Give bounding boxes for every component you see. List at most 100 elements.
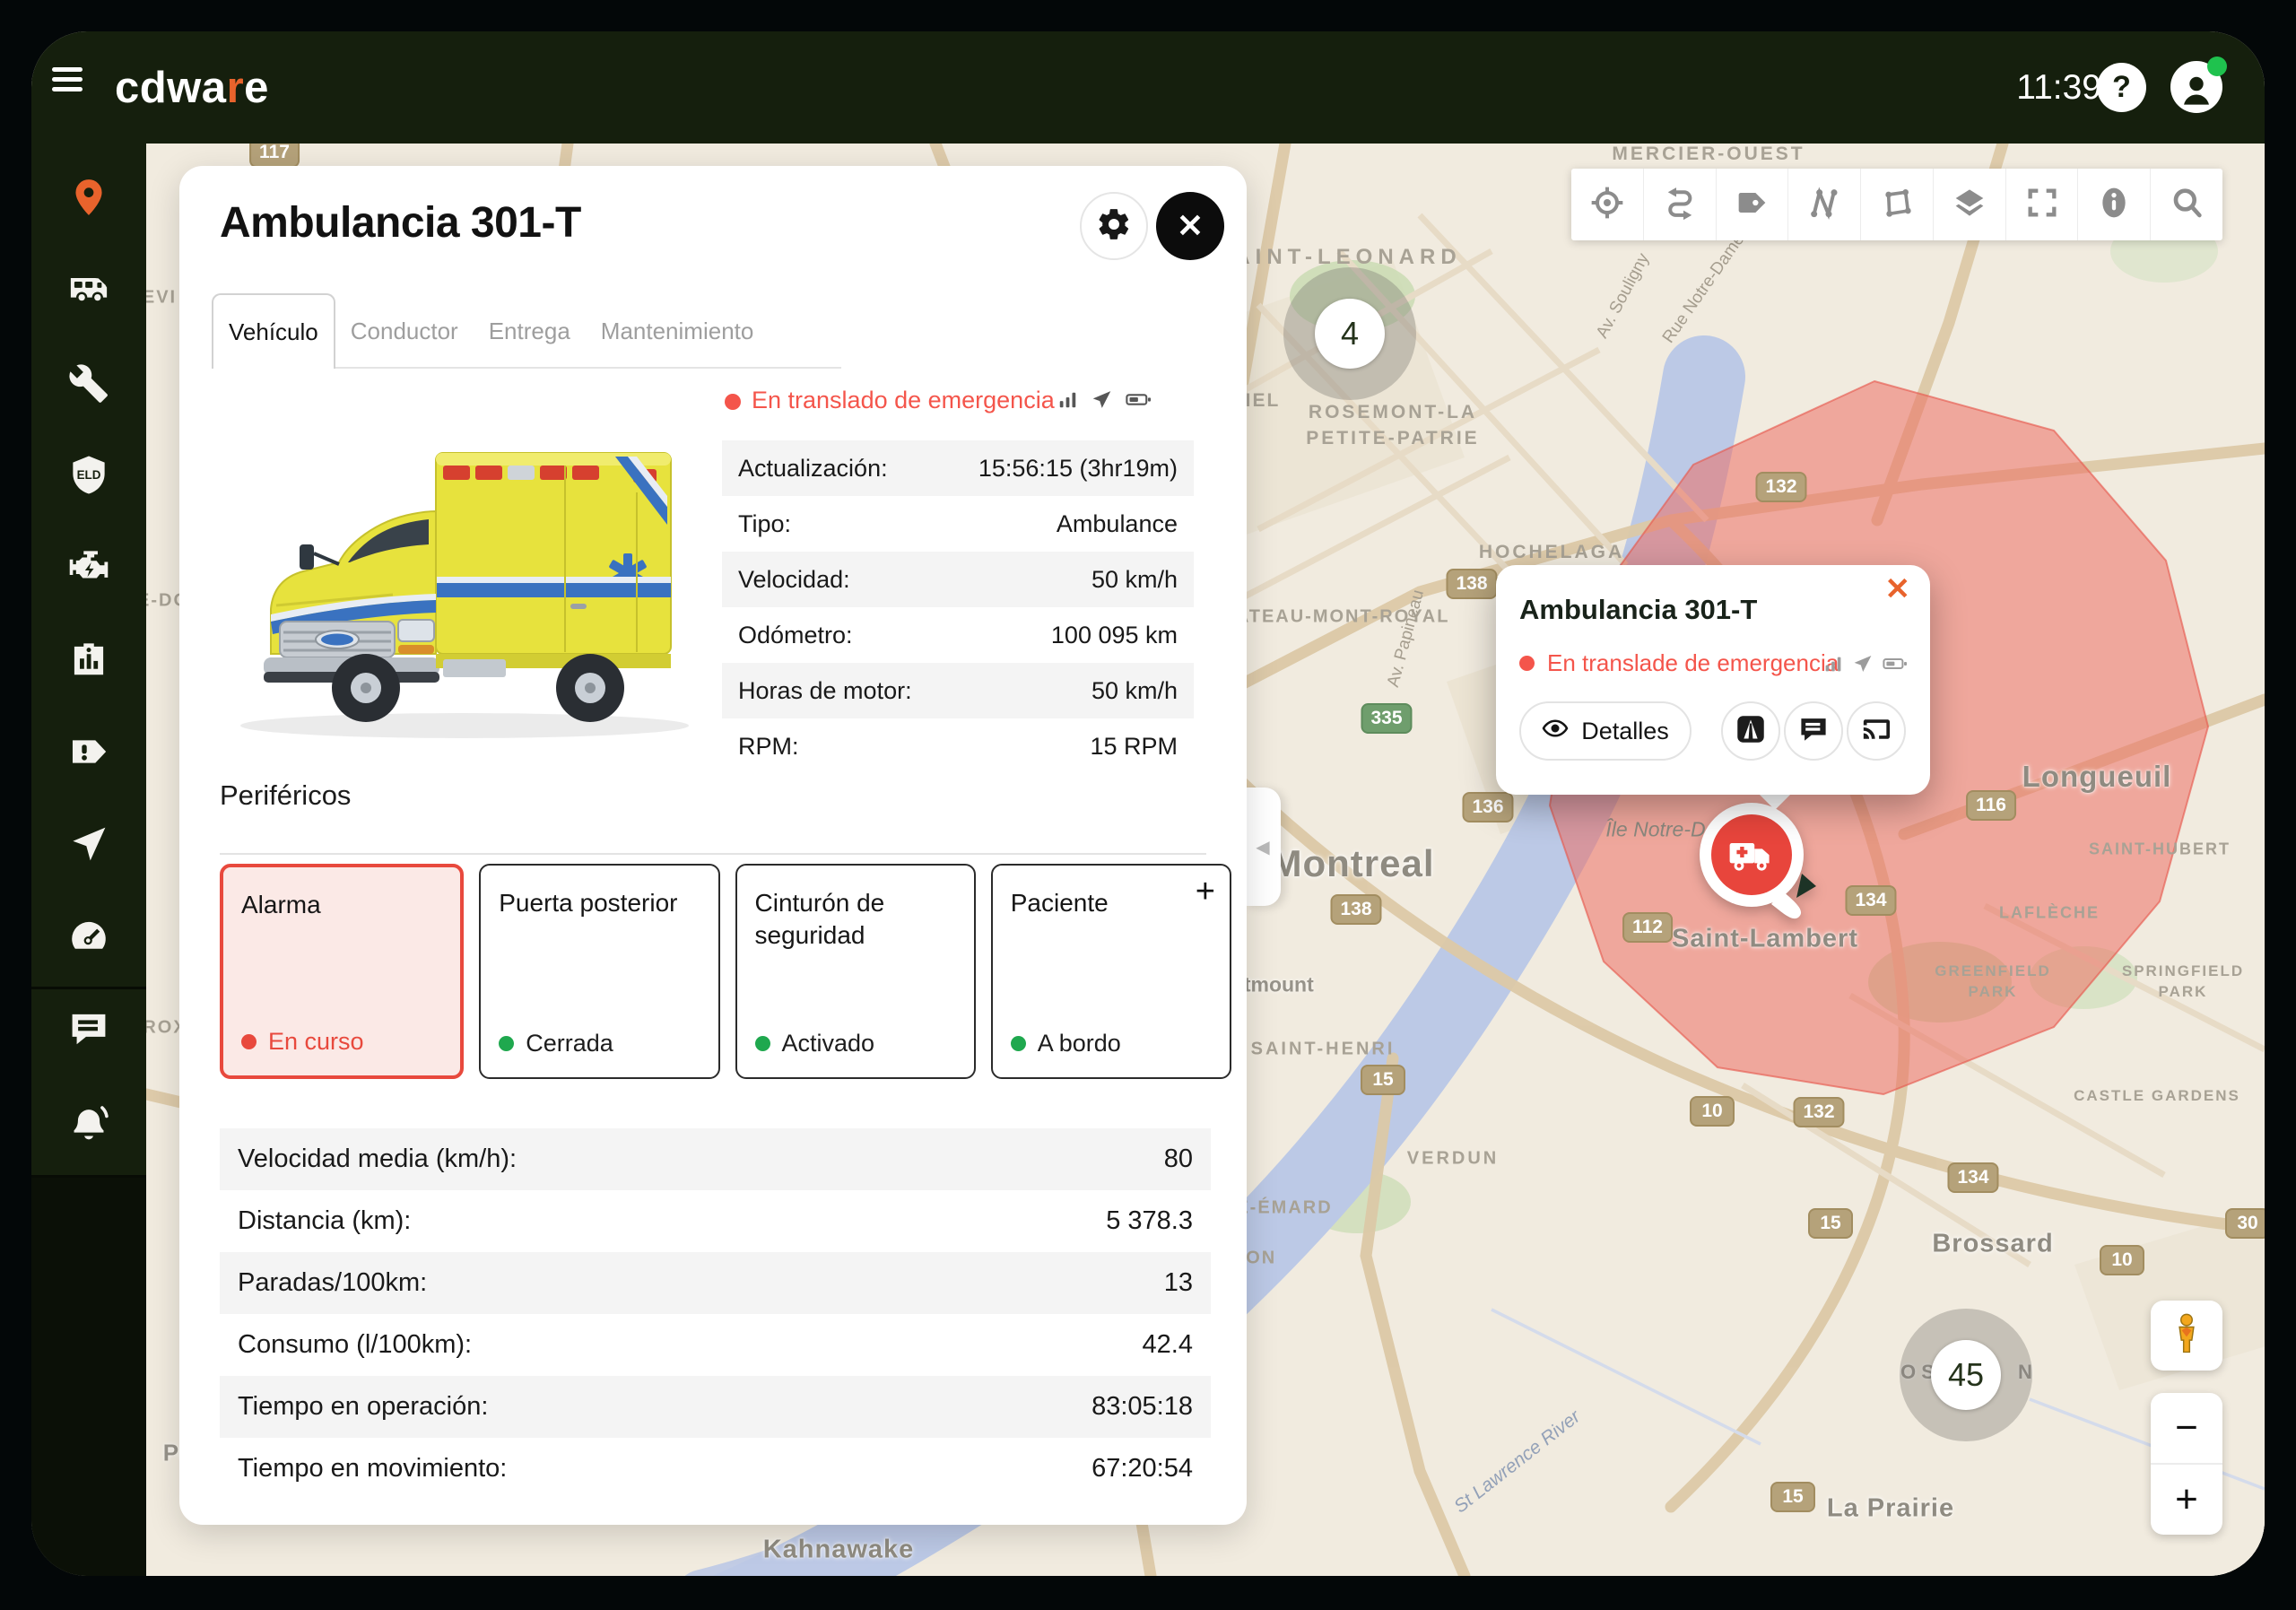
stat-value: 13: [1164, 1268, 1193, 1298]
vehicle-photo: [213, 410, 716, 751]
sidebar-item-notifications[interactable]: [31, 1075, 146, 1167]
sidebar-item-performance[interactable]: [31, 890, 146, 982]
peripheral-status: Cerrada: [499, 1030, 613, 1057]
panel-collapse-tab[interactable]: ◀: [1245, 788, 1281, 906]
info-row-odo-metro: Odómetro:100 095 km: [722, 607, 1194, 663]
divider: [31, 1175, 146, 1178]
info-row-actualizacio-n: Actualización: 15:56:15 (3hr19m): [722, 440, 1194, 496]
tab-conductor[interactable]: Conductor: [335, 293, 474, 369]
question-icon: ?: [2112, 70, 2131, 105]
cast-icon: [1861, 714, 1892, 749]
alert-icon: [68, 731, 109, 772]
sidebar-item-diagnostics[interactable]: [31, 520, 146, 613]
polyline-icon: [1806, 185, 1842, 225]
info-value: Ambulance: [1057, 510, 1178, 538]
map-tool-fullscreen[interactable]: [2006, 169, 2079, 240]
zoom-out-button[interactable]: −: [2151, 1393, 2222, 1465]
status-dot: [1011, 1036, 1026, 1051]
eye-icon: [1542, 715, 1569, 748]
sidebar-item-dispatch[interactable]: [31, 797, 146, 890]
map-tool-polyline[interactable]: [1788, 169, 1861, 240]
clock: 11:39: [1994, 68, 2101, 108]
tab-vehi-culo[interactable]: Vehículo: [212, 293, 335, 369]
info-row-tipo: Tipo: Ambulance: [722, 496, 1194, 552]
map-tool-route[interactable]: [1644, 169, 1717, 240]
peripheral-card-cinturo-n-de-seguridad[interactable]: Cinturón de seguridad Activado: [735, 864, 976, 1079]
nav-icon: [68, 823, 109, 865]
wrench-icon: [68, 361, 109, 403]
bell-icon: [68, 1101, 109, 1142]
add-icon[interactable]: +: [1196, 873, 1215, 911]
peripheral-card-paciente[interactable]: Paciente+A bordo: [991, 864, 1231, 1079]
map-tool-search[interactable]: [2151, 169, 2222, 240]
stat-label: Paradas/100km:: [238, 1268, 427, 1298]
street-view-button[interactable]: [2151, 1301, 2222, 1371]
sidebar-item-eld[interactable]: ELD: [31, 428, 146, 520]
info-rows: Actualización: 15:56:15 (3hr19m) Tipo: Ambu…: [722, 440, 1194, 774]
peripheral-card-alarma[interactable]: Alarma En curso: [220, 864, 464, 1079]
polygon-icon: [1879, 185, 1915, 225]
status-dot: [499, 1036, 514, 1051]
map-tool-locate[interactable]: [1571, 169, 1644, 240]
message-button[interactable]: [1784, 701, 1843, 761]
peripheral-status-label: Activado: [782, 1030, 875, 1057]
cluster-marker-4[interactable]: 4: [1283, 267, 1416, 400]
info-row-horas-de-motor: Horas de motor:50 km/h: [722, 663, 1194, 718]
pin-icon: [68, 177, 109, 218]
peripheral-title: Alarma: [241, 889, 442, 921]
vehicle-marker[interactable]: [1689, 796, 1823, 930]
sidebar-item-alerts[interactable]: [31, 705, 146, 797]
vehicle-detail-panel: Ambulancia 301-T ✕ VehículoConductorEntr…: [179, 166, 1247, 1525]
stat-row-consumo-l-100km: Consumo (l/100km):42.4: [220, 1314, 1211, 1376]
stat-label: Consumo (l/100km):: [238, 1330, 472, 1360]
help-button[interactable]: ?: [2097, 63, 2146, 112]
details-button[interactable]: Detalles: [1519, 701, 1692, 761]
peripheral-status: A bordo: [1011, 1030, 1121, 1057]
peripheral-status-label: En curso: [268, 1028, 364, 1056]
stat-value: 83:05:18: [1091, 1392, 1193, 1422]
peripheral-status-label: Cerrada: [526, 1030, 613, 1057]
status-dot: [725, 394, 741, 410]
popup-close-icon[interactable]: ✕: [1885, 574, 1911, 605]
route-icon: [1662, 185, 1698, 225]
status-dot: [755, 1036, 770, 1051]
cast-button[interactable]: [1847, 701, 1906, 761]
person-icon: [2177, 69, 2216, 113]
panel-tabs: VehículoConductorEntregaMantenimiento: [212, 293, 769, 369]
stat-label: Tiempo en operación:: [238, 1392, 488, 1422]
tab-entrega[interactable]: Entrega: [474, 293, 586, 369]
sidebar-item-reports[interactable]: [31, 613, 146, 705]
cluster-count: 4: [1315, 299, 1385, 369]
map-tool-tag[interactable]: [1717, 169, 1789, 240]
close-button[interactable]: ✕: [1156, 192, 1224, 260]
settings-button[interactable]: [1080, 192, 1148, 260]
peripheral-card-puerta-posterior[interactable]: Puerta posteriorCerrada: [479, 864, 719, 1079]
hamburger-menu-icon[interactable]: [52, 64, 83, 94]
tab-mantenimiento[interactable]: Mantenimiento: [586, 293, 770, 369]
gear-icon: [1096, 206, 1132, 247]
zoom-in-button[interactable]: +: [2151, 1465, 2222, 1535]
map-tool-polygon[interactable]: [1861, 169, 1934, 240]
signal-icon: [1057, 388, 1079, 415]
route-button[interactable]: [1721, 701, 1780, 761]
sidebar-item-fleet[interactable]: [31, 243, 146, 335]
svg-text:ELD: ELD: [77, 467, 101, 481]
info-value: 15:56:15 (3hr19m): [978, 455, 1178, 483]
sidebar-item-messages[interactable]: [31, 982, 146, 1075]
sidebar-item-tracking[interactable]: [31, 151, 146, 243]
cluster-marker-45[interactable]: 45: [1900, 1309, 2032, 1441]
app-logo: cdware: [115, 63, 269, 113]
info-label: Actualización:: [738, 455, 888, 483]
peripheral-title: Cinturón de seguridad: [755, 887, 956, 953]
map-tool-layers[interactable]: [1934, 169, 2006, 240]
truck-icon: [68, 269, 109, 310]
page-title: Ambulancia 301-T: [220, 198, 581, 248]
gps-icon: [1852, 653, 1874, 679]
info-value: 100 095 km: [1051, 622, 1178, 649]
map-tool-info[interactable]: [2078, 169, 2151, 240]
sidebar-item-maintenance[interactable]: [31, 335, 146, 428]
info-value: 50 km/h: [1091, 566, 1178, 594]
details-label: Detalles: [1581, 718, 1669, 745]
gauge-icon: [68, 916, 109, 957]
info-label: Tipo:: [738, 510, 791, 538]
